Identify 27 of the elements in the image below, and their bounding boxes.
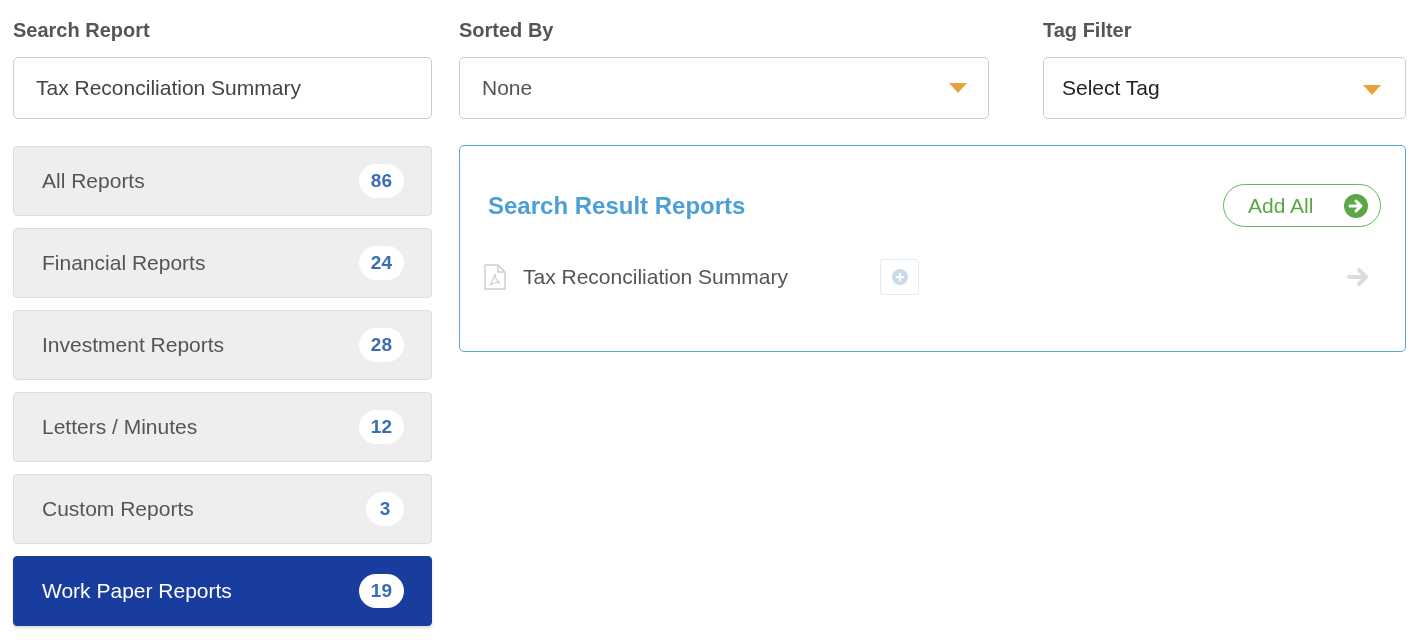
pdf-file-icon	[484, 264, 506, 290]
add-report-button[interactable]	[880, 259, 919, 295]
category-item[interactable]: Work Paper Reports 19	[13, 556, 432, 626]
count-badge: 12	[358, 410, 404, 444]
results-title: Search Result Reports	[488, 191, 746, 220]
count-badge: 24	[358, 246, 404, 280]
category-item[interactable]: Letters / Minutes 12	[13, 392, 432, 462]
count-badge: 28	[358, 328, 404, 362]
count-badge: 86	[358, 164, 404, 198]
category-item[interactable]: Custom Reports 3	[13, 474, 432, 544]
category-item[interactable]: All Reports 86	[13, 146, 432, 216]
caret-down-icon	[1363, 85, 1381, 95]
tag-filter-label: Tag Filter	[1043, 18, 1132, 42]
category-item[interactable]: Financial Reports 24	[13, 228, 432, 298]
sort-dropdown[interactable]: None	[459, 57, 989, 119]
arrow-right-icon[interactable]	[1347, 267, 1370, 287]
plus-circle-icon	[891, 269, 908, 285]
category-item[interactable]: Investment Reports 28	[13, 310, 432, 380]
tag-filter-dropdown[interactable]: Select Tag	[1043, 57, 1406, 119]
report-name: Tax Reconciliation Summary	[523, 265, 788, 288]
count-badge: 3	[366, 492, 404, 526]
caret-down-icon	[949, 83, 967, 93]
search-field[interactable]: Tax Reconciliation Summary	[13, 57, 432, 119]
search-label: Search Report	[13, 18, 150, 42]
count-badge: 19	[358, 574, 404, 608]
sort-label: Sorted By	[459, 18, 554, 42]
arrow-circle-icon	[1344, 193, 1368, 218]
